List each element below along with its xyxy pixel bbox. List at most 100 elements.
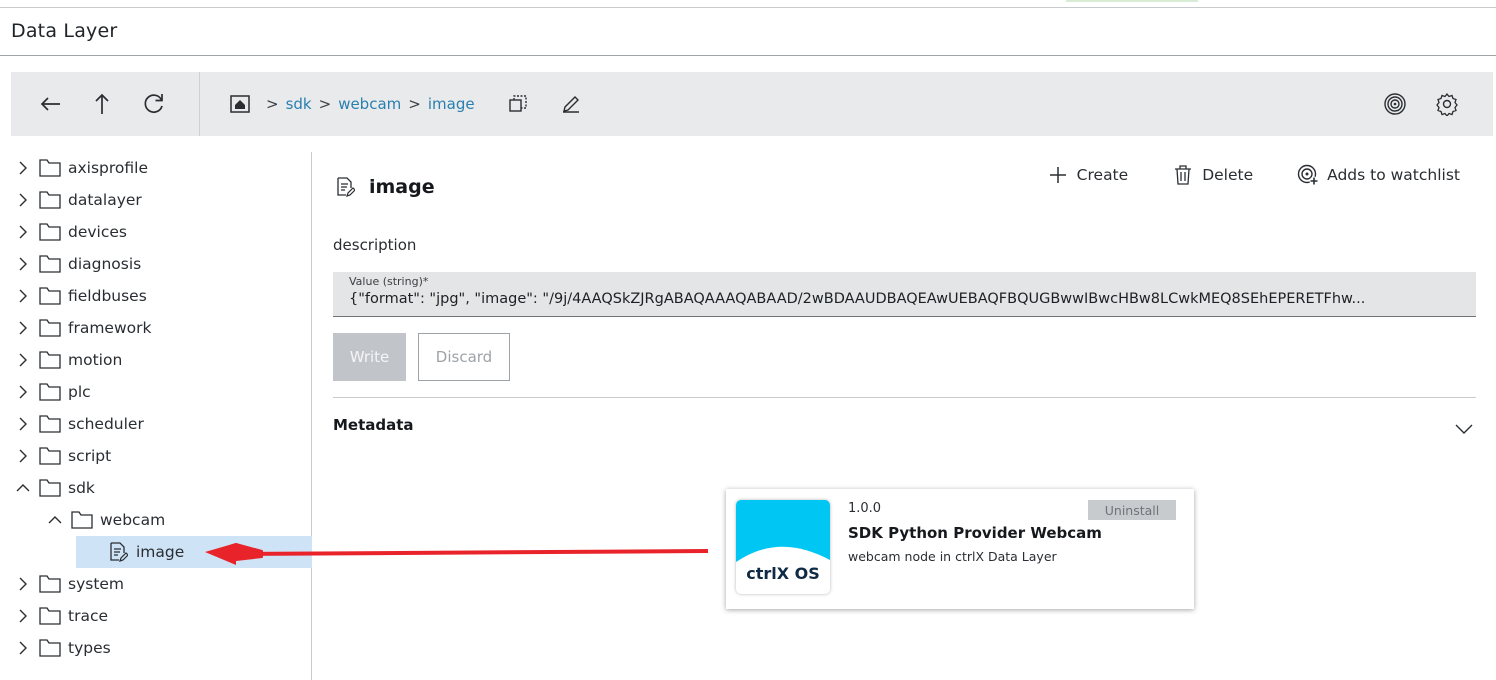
app-header: Data Layer: [0, 8, 1496, 56]
tree-item-label: image: [136, 543, 185, 561]
delete-label: Delete: [1202, 166, 1254, 184]
value-field[interactable]: Value (string)* {"format": "jpg", "image…: [333, 272, 1476, 317]
folder-icon: [38, 605, 62, 627]
plus-icon: [1047, 164, 1069, 186]
breadcrumb-image[interactable]: image: [428, 95, 475, 113]
tree-item-sdk[interactable]: sdk: [12, 472, 95, 504]
delete-button[interactable]: Delete: [1172, 164, 1253, 186]
toolbar-separator: [199, 72, 200, 136]
chevron-down-icon[interactable]: [12, 477, 34, 499]
tree-item-trace[interactable]: trace: [12, 600, 108, 632]
tree-item-label: plc: [68, 383, 91, 401]
chevron-right-icon[interactable]: [12, 285, 34, 307]
app-description: webcam node in ctrlX Data Layer: [848, 549, 1057, 564]
folder-icon: [38, 413, 62, 435]
folder-icon: [38, 221, 62, 243]
tree-item-image[interactable]: image: [76, 536, 312, 568]
discard-button[interactable]: Discard: [418, 333, 510, 381]
description-label: description: [333, 236, 417, 254]
value-field-label: Value (string)*: [349, 275, 429, 288]
chevron-down-icon[interactable]: [44, 509, 66, 531]
tree-item-script[interactable]: script: [12, 440, 111, 472]
tree-item-framework[interactable]: framework: [12, 312, 151, 344]
folder-icon: [38, 253, 62, 275]
tree-item-devices[interactable]: devices: [12, 216, 127, 248]
uninstall-button[interactable]: Uninstall: [1088, 500, 1176, 520]
top-strip: [0, 0, 1496, 8]
tree-panel: axisprofile datalayer devices diagnosis …: [0, 152, 312, 680]
chevron-right-icon[interactable]: [12, 381, 34, 403]
folder-icon: [38, 349, 62, 371]
tree-item-datalayer[interactable]: datalayer: [12, 184, 142, 216]
folder-icon: [70, 509, 94, 531]
tree-item-webcam[interactable]: webcam: [44, 504, 165, 536]
add-to-watchlist-button[interactable]: Adds to watchlist: [1297, 164, 1460, 186]
chevron-right-icon[interactable]: [12, 253, 34, 275]
chevron-right-icon[interactable]: [12, 413, 34, 435]
chevron-down-icon[interactable]: [1453, 418, 1475, 440]
tree-item-system[interactable]: system: [12, 568, 124, 600]
tree-item-plc[interactable]: plc: [12, 376, 91, 408]
tree-item-diagnosis[interactable]: diagnosis: [12, 248, 141, 280]
logo-text: ctrlX OS: [746, 564, 820, 583]
tree-item-scheduler[interactable]: scheduler: [12, 408, 144, 440]
ctrlx-logo: ctrlX OS: [736, 500, 830, 594]
tree-item-label: motion: [68, 351, 123, 369]
refresh-button[interactable]: [138, 88, 170, 120]
node-title: image: [369, 176, 435, 198]
refresh-icon: [144, 94, 163, 113]
top-indicator: [1066, 0, 1198, 2]
settings-button[interactable]: [1431, 88, 1463, 120]
folder-icon: [38, 573, 62, 595]
folder-icon: [38, 317, 62, 339]
pencil-icon: [563, 96, 579, 113]
tree-item-label: script: [68, 447, 112, 465]
breadcrumb-separator: >: [266, 95, 279, 113]
logo-swoosh: [736, 546, 830, 564]
tree-item-label: framework: [68, 319, 152, 337]
arrow-up-icon: [95, 93, 109, 114]
breadcrumb-separator: >: [408, 95, 421, 113]
tree-item-label: types: [68, 639, 111, 657]
folder-icon: [38, 637, 62, 659]
edit-path-button[interactable]: [555, 88, 587, 120]
tree-item-types[interactable]: types: [12, 632, 111, 664]
write-button[interactable]: Write: [333, 333, 406, 381]
arrow-left-icon: [40, 97, 60, 111]
chevron-right-icon[interactable]: [12, 445, 34, 467]
watchlist-icon: [1297, 164, 1319, 186]
tree-item-label: devices: [68, 223, 127, 241]
chevron-right-icon[interactable]: [12, 189, 34, 211]
home-icon[interactable]: [229, 93, 251, 115]
back-button[interactable]: [35, 88, 67, 120]
tree-item-axisprofile[interactable]: axisprofile: [12, 152, 148, 184]
trash-icon: [1172, 164, 1194, 186]
fingerprint-button[interactable]: [1379, 88, 1411, 120]
value-field-text[interactable]: {"format": "jpg", "image": "/9j/4AAQSkZJ…: [349, 291, 1464, 307]
watchlist-label: Adds to watchlist: [1327, 166, 1460, 184]
toolbar: > sdk > webcam > image: [11, 72, 1493, 136]
chevron-right-icon[interactable]: [12, 637, 34, 659]
tree-item-label: axisprofile: [68, 159, 149, 177]
chevron-right-icon[interactable]: [12, 573, 34, 595]
breadcrumb-webcam[interactable]: webcam: [338, 95, 401, 113]
folder-icon: [38, 445, 62, 467]
chevron-right-icon[interactable]: [12, 221, 34, 243]
copy-path-button[interactable]: [502, 88, 534, 120]
chevron-right-icon[interactable]: [12, 605, 34, 627]
metadata-header[interactable]: Metadata: [333, 416, 414, 434]
up-button[interactable]: [86, 88, 118, 120]
breadcrumb-sdk[interactable]: sdk: [286, 95, 312, 113]
create-button[interactable]: Create: [1047, 164, 1128, 186]
tree-item-fieldbuses[interactable]: fieldbuses: [12, 280, 147, 312]
chevron-right-icon[interactable]: [12, 317, 34, 339]
tree-item-label: trace: [68, 607, 109, 625]
node-actions: Create Delete Adds to watchlist: [1003, 164, 1460, 186]
tree-item-label: fieldbuses: [68, 287, 147, 305]
divider: [333, 397, 1476, 398]
copy-icon: [509, 95, 527, 112]
tree-item-motion[interactable]: motion: [12, 344, 122, 376]
chevron-right-icon[interactable]: [12, 157, 34, 179]
chevron-right-icon[interactable]: [12, 349, 34, 371]
tree-item-label: datalayer: [68, 191, 142, 209]
